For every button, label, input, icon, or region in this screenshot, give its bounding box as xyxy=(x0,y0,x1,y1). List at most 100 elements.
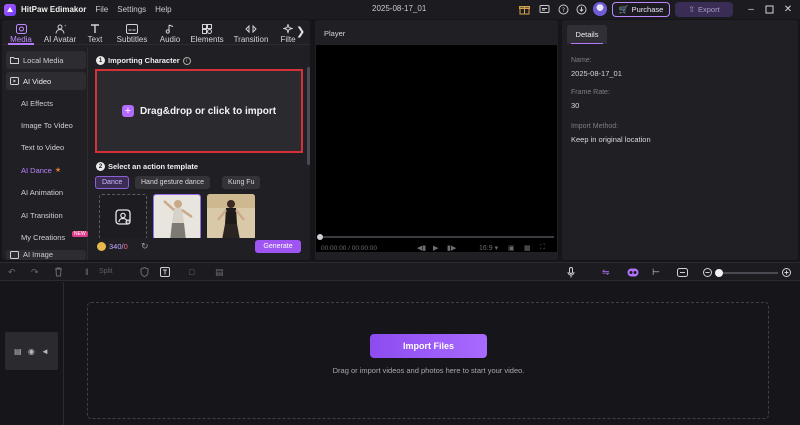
chip-dance[interactable]: Dance xyxy=(95,176,130,189)
player-panel: Player 00:00:00 / 00:00:00 ◀▮ ▶ ▮▶ 16:9 … xyxy=(315,20,558,260)
sidebar-item-label: AI Effects xyxy=(21,98,53,108)
undo-icon[interactable]: ↶ xyxy=(8,266,16,278)
split-icon[interactable]: ‖ xyxy=(85,266,89,278)
track-type-icon: ▤ xyxy=(14,346,22,356)
timeline-drop-hint: Drag or import videos and photos here to… xyxy=(332,366,525,375)
template-thumbnail-2[interactable] xyxy=(207,194,255,240)
text-box-icon[interactable] xyxy=(160,266,170,278)
close-icon[interactable]: ✕ xyxy=(781,2,795,16)
import-files-button[interactable]: Import Files xyxy=(370,334,487,358)
playback-scrubber[interactable] xyxy=(319,236,554,238)
dancer-icon: ★ xyxy=(54,167,62,174)
menu-settings[interactable]: Settings xyxy=(117,5,146,14)
import-method-value: Keep in original location xyxy=(571,135,651,144)
sidebar-item-image-to-video[interactable]: Image To Video xyxy=(6,116,86,134)
scrubber-handle[interactable] xyxy=(317,234,323,240)
sidebar-item-ai-dance[interactable]: AI Dance ★ xyxy=(6,161,86,179)
sidebar-item-ai-animation[interactable]: AI Animation xyxy=(6,183,86,201)
svg-text:+: + xyxy=(64,24,66,28)
freeze-icon[interactable]: ▤ xyxy=(215,266,224,278)
sidebar-item-label: AI Image xyxy=(23,250,54,259)
zoom-out-icon[interactable] xyxy=(703,266,712,278)
export-icon: ⇧ xyxy=(688,5,695,14)
aspect-ratio-value: 16:9 xyxy=(479,245,493,252)
info-icon[interactable]: i xyxy=(182,56,191,65)
action-template-heading: 2 Select an action template xyxy=(96,162,198,171)
menu-help[interactable]: Help xyxy=(155,5,171,14)
ai-dance-content: 1 Importing Character i + Drag&drop or c… xyxy=(92,33,303,240)
sidebar-item-local-media[interactable]: Local Media xyxy=(6,51,86,69)
upload-template-button[interactable] xyxy=(99,194,147,240)
play-icon[interactable]: ▶ xyxy=(433,244,438,252)
fit-icon[interactable] xyxy=(677,266,688,278)
sidebar-item-ai-image[interactable]: AI Image xyxy=(6,250,86,260)
upload-person-icon xyxy=(115,209,131,225)
tab-ai-avatar-label: AI Avatar xyxy=(43,35,77,44)
generate-button[interactable]: Generate xyxy=(255,240,301,253)
snap-icon[interactable]: ⊢ xyxy=(652,266,660,278)
generate-bar: 340/0 ↻ Generate xyxy=(92,238,306,256)
chip-hand-gesture-dance[interactable]: Hand gesture dance xyxy=(135,176,211,189)
frame-rate-label: Frame Rate: xyxy=(571,89,610,96)
tab-media[interactable]: Media xyxy=(6,21,36,45)
project-title: 2025-08-17_01 xyxy=(372,4,427,13)
sidebar-item-ai-transition[interactable]: AI Transition xyxy=(6,206,86,224)
step-title-text: Select an action template xyxy=(108,162,199,171)
character-drop-zone[interactable]: + Drag&drop or click to import xyxy=(95,69,303,153)
quality-icon[interactable]: ▦ xyxy=(524,244,531,252)
frame-rate-value: 30 xyxy=(571,101,580,110)
export-button[interactable]: ⇧ Export xyxy=(675,2,733,17)
panel-scrollbar[interactable] xyxy=(307,67,310,165)
sidebar-item-my-creations[interactable]: My Creations NEW xyxy=(6,228,88,246)
media-icon xyxy=(15,23,27,34)
maximize-icon[interactable] xyxy=(762,2,776,16)
message-icon[interactable] xyxy=(538,3,551,16)
drop-zone-label: Drag&drop or click to import xyxy=(139,105,277,117)
ai-image-icon xyxy=(10,251,19,259)
menu-file[interactable]: File xyxy=(95,5,108,14)
zoom-slider[interactable] xyxy=(718,272,778,274)
purchase-button[interactable]: 🛒 Purchase xyxy=(612,2,670,17)
minimize-icon[interactable]: – xyxy=(744,2,758,16)
refresh-icon[interactable]: ↻ xyxy=(141,241,149,252)
sidebar-item-label: Image To Video xyxy=(21,120,73,130)
redo-icon[interactable]: ↷ xyxy=(31,266,39,278)
generate-label: Generate xyxy=(263,243,293,250)
previous-frame-icon[interactable]: ◀▮ xyxy=(417,244,426,252)
delete-icon[interactable] xyxy=(54,266,63,278)
sidebar-item-ai-effects[interactable]: AI Effects xyxy=(6,94,86,112)
link-icon[interactable]: ⇋ xyxy=(602,266,610,278)
aspect-ratio-dropdown[interactable]: 16:9 ▾ xyxy=(479,244,498,252)
mute-icon[interactable]: ◄ xyxy=(41,347,49,356)
chip-label: Dance xyxy=(102,179,123,186)
video-preview[interactable] xyxy=(316,45,557,252)
tab-ai-avatar[interactable]: + AI Avatar xyxy=(40,21,80,45)
microphone-icon[interactable] xyxy=(567,266,575,278)
download-icon[interactable] xyxy=(575,3,588,16)
template-thumbnail-1[interactable] xyxy=(153,194,201,240)
help-icon[interactable]: ? xyxy=(557,3,570,16)
tab-details[interactable]: Details xyxy=(567,25,607,44)
zoom-in-icon[interactable] xyxy=(782,266,791,278)
tab-media-label: Media xyxy=(10,35,32,44)
gift-icon[interactable] xyxy=(518,3,531,16)
sidebar-item-text-to-video[interactable]: Text to Video xyxy=(6,138,86,156)
visibility-icon[interactable]: ◉ xyxy=(28,347,35,356)
next-frame-icon[interactable]: ▮▶ xyxy=(447,244,456,252)
chip-kung-fu[interactable]: Kung Fu xyxy=(222,176,261,189)
coin-icon xyxy=(97,242,106,251)
zoom-slider-handle[interactable] xyxy=(715,269,723,277)
snapshot-icon[interactable]: ▣ xyxy=(508,244,515,252)
split-label: Split xyxy=(99,268,113,275)
fullscreen-icon[interactable]: ⛶ xyxy=(540,244,545,252)
timeline-drop-area[interactable] xyxy=(87,302,769,419)
track-divider xyxy=(63,282,64,425)
chip-label: Hand gesture dance xyxy=(141,179,205,186)
shield-icon[interactable] xyxy=(140,266,149,278)
sidebar-item-ai-video[interactable]: AI Video xyxy=(6,72,86,90)
magnet-icon[interactable] xyxy=(627,266,639,278)
dancer-figure-image xyxy=(154,195,200,239)
name-label: Name: xyxy=(571,57,592,64)
crop-icon[interactable]: □ xyxy=(189,266,194,278)
user-avatar[interactable] xyxy=(593,2,607,16)
